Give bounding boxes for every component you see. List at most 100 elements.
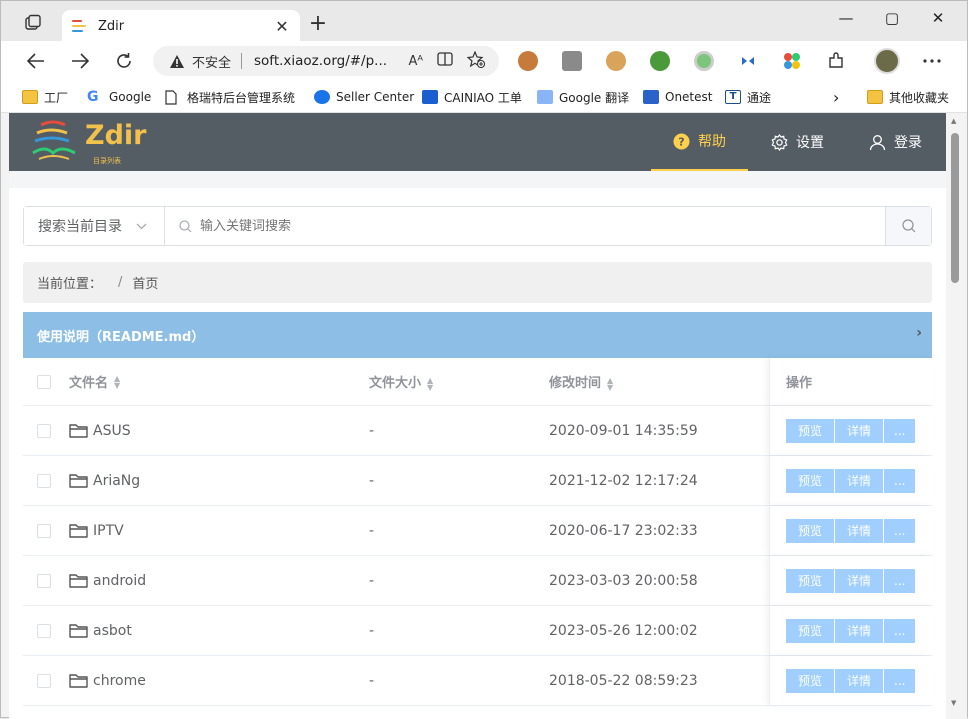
flower-extension-icon[interactable] <box>782 51 802 71</box>
more-button[interactable]: ... <box>884 618 917 643</box>
favorite-item[interactable]: Onetest <box>643 87 712 107</box>
favorite-item[interactable]: Seller Center <box>314 87 414 107</box>
scroll-up-arrow[interactable]: ▲ <box>951 117 956 125</box>
download-extension-icon[interactable] <box>562 51 582 71</box>
file-name-cell[interactable]: IPTV <box>69 523 124 539</box>
table-row[interactable]: AriaNg - 2021-12-02 12:17:24 预览 详情 ... <box>23 456 932 506</box>
circle-extension-icon[interactable] <box>694 51 714 71</box>
table-row[interactable]: android - 2023-03-03 20:00:58 预览 详情 ... <box>23 556 932 606</box>
search-input[interactable] <box>200 218 885 234</box>
preview-button[interactable]: 预览 <box>786 468 836 493</box>
more-button[interactable]: ... <box>884 418 917 443</box>
search-scope-select[interactable]: 搜索当前目录 <box>24 207 165 245</box>
column-time[interactable]: 修改时间 ▲ ▼ <box>549 372 613 391</box>
search-button[interactable] <box>885 207 931 245</box>
row-checkbox[interactable] <box>37 423 51 438</box>
detail-button[interactable]: 详情 <box>835 518 885 543</box>
file-name-cell[interactable]: ASUS <box>69 423 131 439</box>
file-name[interactable]: asbot <box>93 623 132 639</box>
extensions-icon[interactable] <box>826 51 846 71</box>
row-checkbox[interactable] <box>37 523 51 538</box>
preview-button[interactable]: 预览 <box>786 568 836 593</box>
detail-button[interactable]: 详情 <box>835 468 885 493</box>
forward-icon[interactable] <box>69 50 91 72</box>
column-size[interactable]: 文件大小 ▲ ▼ <box>369 372 433 391</box>
detail-button[interactable]: 详情 <box>835 618 885 643</box>
favorite-item[interactable]: Google 翻译 <box>537 87 629 107</box>
preview-button[interactable]: 预览 <box>786 668 836 693</box>
nav-settings[interactable]: 设置 <box>771 113 824 171</box>
scrollbar-thumb[interactable] <box>951 133 959 283</box>
new-tab-button[interactable]: + <box>307 13 329 35</box>
file-name-cell[interactable]: chrome <box>69 673 146 689</box>
favorite-item[interactable]: G Google <box>87 87 151 107</box>
file-name[interactable]: IPTV <box>93 523 124 539</box>
select-all-checkbox[interactable] <box>37 374 51 389</box>
preview-button[interactable]: 预览 <box>786 418 836 443</box>
table-row[interactable]: IPTV - 2020-06-17 23:02:33 预览 详情 ... <box>23 506 932 556</box>
active-tab[interactable]: Zdir ✕ <box>62 10 300 42</box>
table-row[interactable]: ASUS - 2020-09-01 14:35:59 预览 详情 ... <box>23 406 932 456</box>
split-screen-icon[interactable] <box>437 52 453 70</box>
favorite-item[interactable]: T 通途 <box>725 87 771 107</box>
file-name[interactable]: android <box>93 573 146 589</box>
row-checkbox[interactable] <box>37 673 51 688</box>
address-bar[interactable]: 不安全 soft.xiaoz.org/#/p... Aᴬ <box>153 46 499 76</box>
sort-icon[interactable]: ▲ ▼ <box>114 374 120 389</box>
favorite-item[interactable]: CAINIAO 工单 <box>422 87 522 107</box>
column-name[interactable]: 文件名 ▲ ▼ <box>69 372 120 391</box>
workspaces-icon[interactable] <box>23 14 43 32</box>
minimize-button[interactable]: — <box>831 9 861 27</box>
table-row[interactable]: asbot - 2023-05-26 12:00:02 预览 详情 ... <box>23 606 932 656</box>
refresh-icon[interactable] <box>113 50 135 72</box>
breadcrumb-home[interactable]: 首页 <box>132 273 158 292</box>
more-menu-icon[interactable] <box>921 50 943 72</box>
maximize-button[interactable]: ▢ <box>877 9 907 27</box>
preview-button[interactable]: 预览 <box>786 618 836 643</box>
scroll-down-arrow[interactable]: ▼ <box>951 699 956 707</box>
more-button[interactable]: ... <box>884 468 917 493</box>
detail-button[interactable]: 详情 <box>835 668 885 693</box>
file-name-cell[interactable]: android <box>69 573 146 589</box>
more-button[interactable]: ... <box>884 518 917 543</box>
security-warning[interactable]: 不安全 <box>192 52 231 71</box>
file-name-cell[interactable]: asbot <box>69 623 132 639</box>
detail-button[interactable]: 详情 <box>835 418 885 443</box>
zdir-logo[interactable]: Zdir 目录列表 <box>31 117 149 167</box>
favorite-item[interactable]: 格瑞特后台管理系统 <box>165 87 295 107</box>
file-name[interactable]: chrome <box>93 673 146 689</box>
cookie-extension-icon[interactable] <box>606 51 626 71</box>
read-aloud-icon[interactable]: Aᴬ <box>409 54 424 69</box>
preview-button[interactable]: 预览 <box>786 518 836 543</box>
row-checkbox[interactable] <box>37 573 51 588</box>
detail-button[interactable]: 详情 <box>835 568 885 593</box>
tab-close-icon[interactable]: ✕ <box>274 17 290 36</box>
table-row[interactable]: chrome - 2018-05-22 08:59:23 预览 详情 ... <box>23 656 932 706</box>
other-favorites[interactable]: 其他收藏夹 <box>867 87 949 107</box>
favorite-item[interactable]: 工厂 <box>22 87 68 107</box>
nav-login[interactable]: 登录 <box>869 113 922 171</box>
more-button[interactable]: ... <box>884 668 917 693</box>
search-field[interactable] <box>165 207 885 245</box>
readme-panel[interactable]: 使用说明（README.md） › <box>23 312 932 358</box>
more-button[interactable]: ... <box>884 568 917 593</box>
favorites-overflow-button[interactable]: › <box>833 87 839 107</box>
nav-help[interactable]: ? 帮助 <box>651 113 748 171</box>
file-name[interactable]: AriaNg <box>93 473 140 489</box>
file-name[interactable]: ASUS <box>93 423 131 439</box>
sort-icon[interactable]: ▲ ▼ <box>427 376 433 391</box>
close-window-button[interactable]: ✕ <box>923 9 953 27</box>
profile-avatar[interactable] <box>874 48 900 74</box>
url-text[interactable]: soft.xiaoz.org/#/p... <box>254 53 408 69</box>
file-name-cell[interactable]: AriaNg <box>69 473 140 489</box>
row-checkbox[interactable] <box>37 473 51 488</box>
back-icon[interactable] <box>25 50 47 72</box>
monkey-extension-icon[interactable] <box>518 51 538 71</box>
favorite-add-icon[interactable] <box>466 49 486 72</box>
globe-extension-icon[interactable] <box>650 51 670 71</box>
file-table: 文件名 ▲ ▼ 文件大小 ▲ ▼ 修改时间 ▲ ▼ 操作 ASUS - 2020-09-01… <box>23 358 932 706</box>
page-scrollbar[interactable]: ▲ ▼ <box>946 113 967 719</box>
sort-icon[interactable]: ▲ ▼ <box>607 376 613 391</box>
arrows-extension-icon[interactable] <box>738 51 758 71</box>
row-checkbox[interactable] <box>37 623 51 638</box>
